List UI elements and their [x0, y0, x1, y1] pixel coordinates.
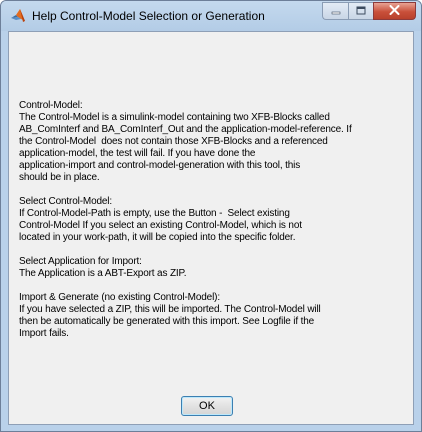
close-icon	[389, 2, 400, 20]
minimize-icon	[331, 2, 341, 20]
help-dialog-window: Help Control-Model Selection or Generati…	[0, 0, 422, 432]
title-bar[interactable]: Help Control-Model Selection or Generati…	[1, 1, 421, 31]
maximize-icon	[356, 2, 366, 20]
close-button[interactable]	[373, 2, 416, 20]
matlab-logo-icon	[10, 8, 26, 24]
caption-buttons	[322, 2, 416, 21]
maximize-button[interactable]	[348, 2, 373, 20]
window-title: Help Control-Model Selection or Generati…	[32, 9, 265, 23]
dialog-client-area: Control-Model: The Control-Model is a si…	[8, 31, 414, 425]
minimize-button[interactable]	[322, 2, 348, 20]
ok-button[interactable]: OK	[181, 396, 233, 416]
help-text: Control-Model: The Control-Model is a si…	[19, 100, 352, 339]
